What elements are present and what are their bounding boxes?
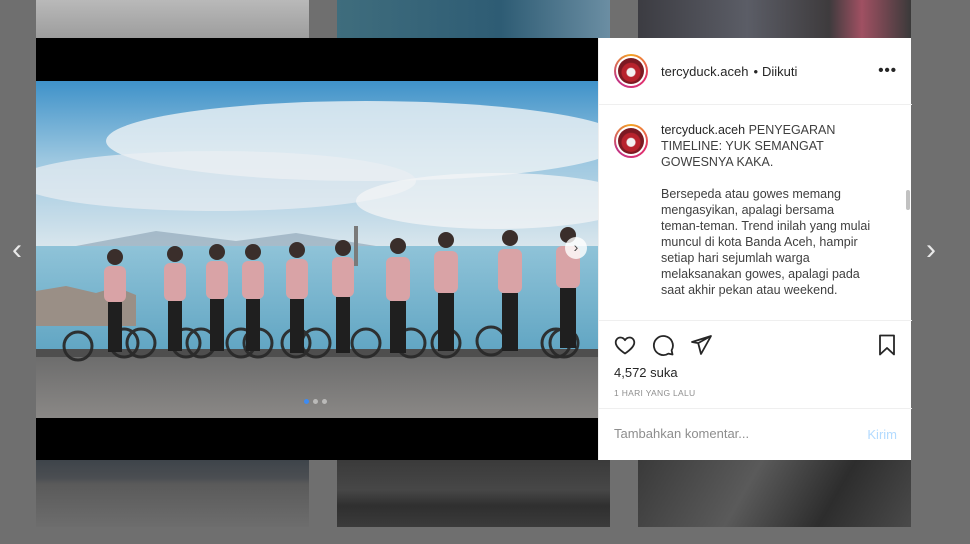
caption-body-text: Bersepeda atau gowes memang mengasyikan,…: [661, 187, 871, 297]
bookmark-icon[interactable]: [875, 333, 899, 357]
background-post-thumb-3[interactable]: [638, 0, 911, 38]
caption: tercyduck.aceh PENYEGARAN TIMELINE: YUK …: [661, 122, 889, 320]
comment-input[interactable]: [614, 426, 834, 441]
post-side-panel: tercyduck.aceh • Diikuti ••• tercyduck.a…: [598, 38, 912, 460]
carousel-dot: [322, 399, 327, 404]
comment-form: Kirim: [599, 408, 912, 460]
previous-post-arrow-icon[interactable]: ‹: [6, 235, 28, 265]
caption-area: tercyduck.aceh PENYEGARAN TIMELINE: YUK …: [599, 106, 912, 320]
post-photo[interactable]: [36, 81, 598, 418]
cyclists-photo: [36, 81, 598, 418]
comment-icon[interactable]: [651, 333, 675, 357]
likes-count[interactable]: 4,572 suka: [614, 365, 678, 380]
caption-scrollbar[interactable]: [906, 190, 910, 210]
heart-icon[interactable]: [613, 333, 637, 357]
following-status-button[interactable]: Diikuti: [762, 64, 797, 79]
post-actions: 4,572 suka 1 HARI YANG LALU: [599, 320, 912, 408]
post-modal: › tercyduck.aceh • Diikuti ••• tercyduck…: [36, 38, 912, 460]
carousel-dot: [313, 399, 318, 404]
next-post-arrow-icon[interactable]: ›: [920, 235, 942, 265]
post-header: tercyduck.aceh • Diikuti •••: [599, 38, 912, 105]
caption-avatar[interactable]: [614, 124, 648, 158]
post-timestamp[interactable]: 1 HARI YANG LALU: [614, 388, 696, 398]
post-comment-button[interactable]: Kirim: [867, 427, 897, 442]
more-horizontal-icon[interactable]: •••: [878, 62, 897, 79]
background-post-thumb-1[interactable]: [36, 0, 309, 38]
header-separator: •: [753, 63, 758, 79]
header-username-link[interactable]: tercyduck.aceh: [661, 64, 748, 79]
background-post-thumb-2[interactable]: [337, 0, 610, 38]
carousel-next-icon[interactable]: ›: [565, 237, 587, 259]
carousel-indicator: [304, 399, 327, 404]
background-post-thumb-5[interactable]: [337, 460, 610, 527]
carousel-dot-active: [304, 399, 309, 404]
background-post-thumb-6[interactable]: [638, 460, 911, 527]
paper-plane-icon[interactable]: [689, 333, 713, 357]
caption-username-link[interactable]: tercyduck.aceh: [661, 123, 745, 137]
avatar[interactable]: [614, 54, 648, 88]
background-post-thumb-4[interactable]: [36, 460, 309, 527]
post-media: ›: [36, 38, 598, 460]
